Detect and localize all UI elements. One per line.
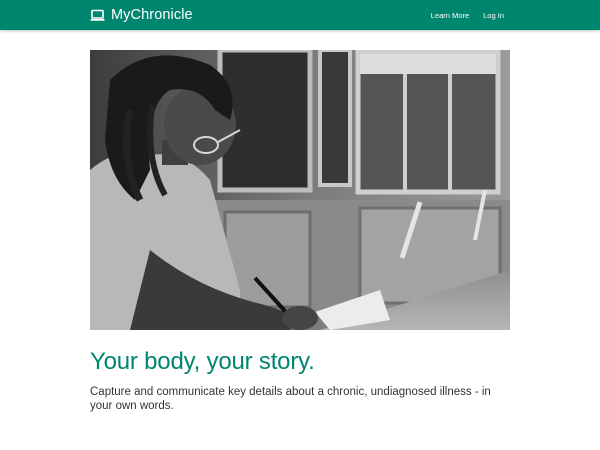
- top-nav: Learn More Log In: [417, 0, 504, 30]
- brand-home-link[interactable]: MyChronicle: [90, 6, 193, 24]
- nav-log-in-link[interactable]: Log In: [483, 11, 504, 20]
- hero-photo: [90, 50, 510, 330]
- hero-subtext: Capture and communicate key details abou…: [90, 386, 491, 412]
- brand-name: MyChronicle: [111, 7, 193, 23]
- top-nav-bar: MyChronicle Learn More Log In: [0, 0, 600, 30]
- laptop-icon: [90, 9, 105, 22]
- nav-learn-more-link[interactable]: Learn More: [431, 11, 469, 20]
- hero-headline: Your body, your story.: [90, 348, 315, 375]
